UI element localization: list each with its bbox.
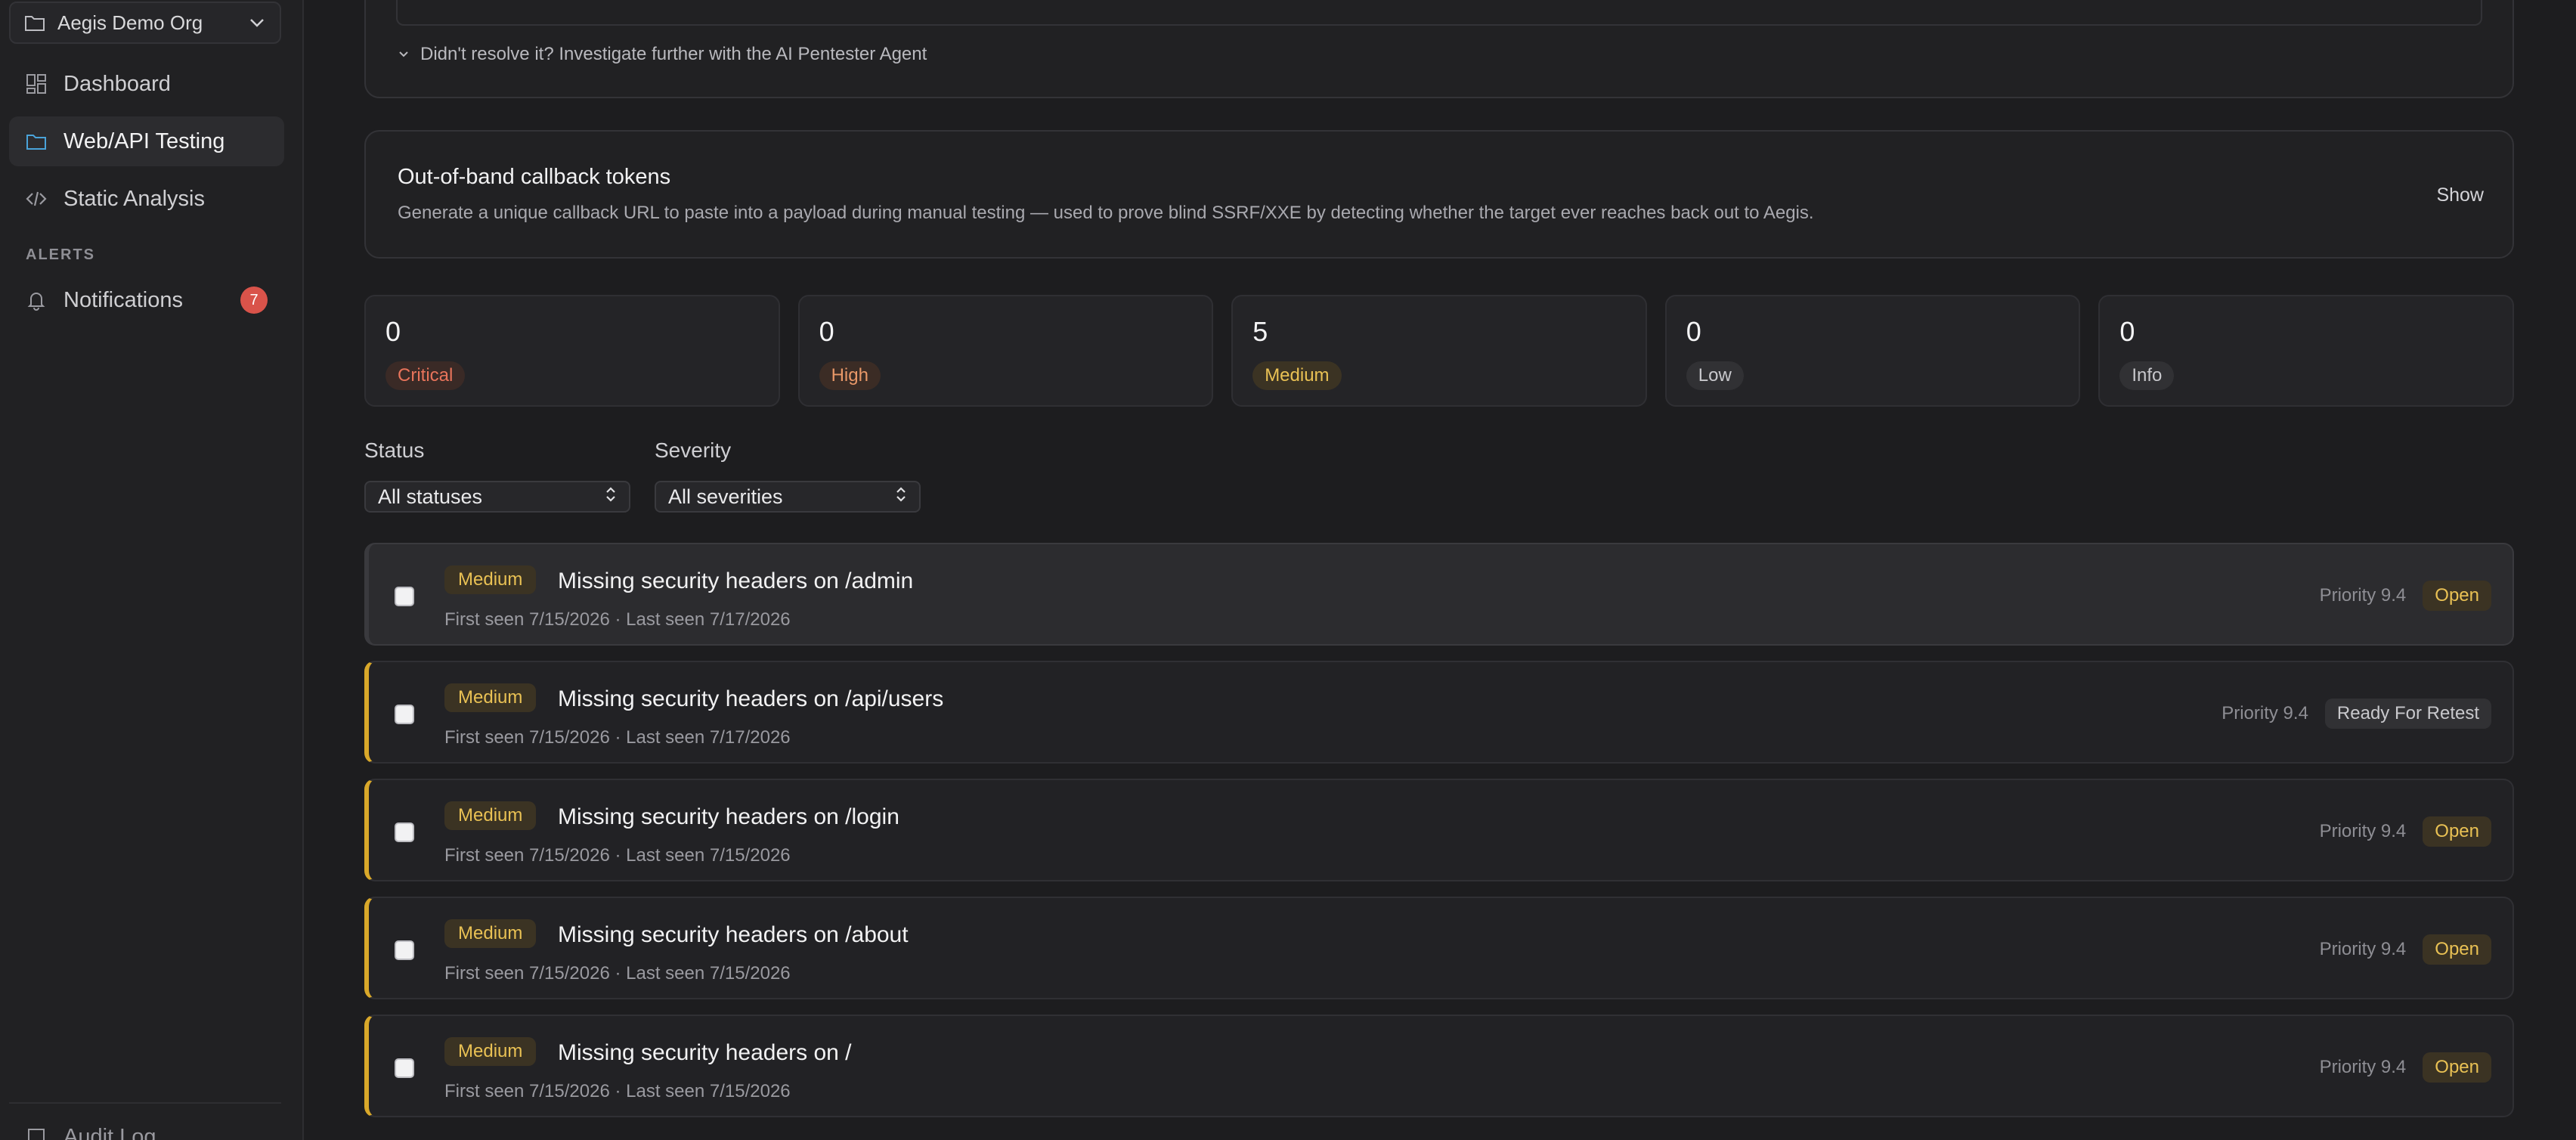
status-badge: Ready For Retest — [2324, 699, 2491, 729]
chevron-down-icon — [398, 50, 410, 59]
sidebar-section-alerts: ALERTS — [26, 246, 95, 263]
stat-count: 0 — [2119, 316, 2135, 347]
status-badge: Open — [2423, 581, 2491, 611]
status-badge: Open — [2423, 934, 2491, 965]
stat-count: 5 — [1252, 316, 1268, 347]
finding-title: Missing security headers on /api/users — [558, 686, 944, 711]
finding-priority: Priority 9.4 — [2319, 1057, 2407, 1077]
finding-title: Missing security headers on / — [558, 1040, 852, 1065]
oob-card-description: Generate a unique callback URL to paste … — [398, 203, 1814, 223]
finding-checkbox[interactable] — [395, 940, 414, 960]
stat-card-critical[interactable]: 0 Critical — [364, 295, 780, 407]
finding-priority: Priority 9.4 — [2319, 585, 2407, 606]
sidebar-item-notifications[interactable]: Notifications 7 — [9, 275, 284, 325]
finding-row[interactable]: Medium Missing security headers on /api/… — [364, 661, 2514, 764]
select-arrows-icon — [605, 485, 617, 509]
finding-title: Missing security headers on /admin — [558, 568, 914, 593]
sidebar-item-web-api-testing[interactable]: Web/API Testing — [9, 116, 284, 166]
stat-count: 0 — [1686, 316, 1701, 347]
finding-title: Missing security headers on /about — [558, 922, 909, 947]
status-filter-label: Status — [364, 438, 425, 462]
stat-count: 0 — [819, 316, 834, 347]
severity-badge-medium: Medium — [1252, 361, 1342, 390]
finding-checkbox[interactable] — [395, 587, 414, 606]
severity-filter-select[interactable]: All severities — [655, 481, 921, 513]
severity-badge: Medium — [444, 1037, 537, 1066]
sidebar-item-audit-log[interactable]: Audit Log — [26, 1125, 156, 1140]
oob-card-title: Out-of-band callback tokens — [398, 165, 671, 189]
oob-callback-tokens-card: Out-of-band callback tokens Generate a u… — [364, 130, 2514, 259]
folder-icon — [26, 132, 47, 150]
resolution-card: Didn't resolve it? Investigate further w… — [364, 0, 2514, 98]
finding-meta: First seen 7/15/2026 · Last seen 7/15/20… — [444, 963, 791, 984]
finding-checkbox[interactable] — [395, 1058, 414, 1078]
oob-show-button[interactable]: Show — [2436, 184, 2484, 206]
finding-meta: First seen 7/15/2026 · Last seen 7/15/20… — [444, 1081, 791, 1101]
select-arrows-icon — [895, 485, 907, 509]
sidebar-item-static-analysis[interactable]: Static Analysis — [9, 174, 284, 224]
sidebar-item-label: Static Analysis — [63, 186, 205, 211]
severity-filter-label: Severity — [655, 438, 732, 462]
severity-badge-info: Info — [2119, 361, 2175, 390]
document-icon — [26, 1127, 47, 1140]
sidebar-item-label: Web/API Testing — [63, 129, 225, 153]
finding-meta: First seen 7/15/2026 · Last seen 7/15/20… — [444, 845, 791, 866]
sidebar-item-dashboard[interactable]: Dashboard — [9, 59, 284, 109]
sidebar-item-label: Notifications — [63, 287, 183, 312]
org-name: Aegis Demo Org — [57, 11, 203, 34]
severity-badge: Medium — [444, 919, 537, 948]
finding-meta: First seen 7/15/2026 · Last seen 7/17/20… — [444, 609, 791, 630]
finding-meta: First seen 7/15/2026 · Last seen 7/17/20… — [444, 727, 791, 748]
finding-row[interactable]: Medium Missing security headers on /admi… — [364, 543, 2514, 646]
finding-checkbox[interactable] — [395, 705, 414, 724]
severity-badge-critical: Critical — [385, 361, 466, 390]
notification-count-badge: 7 — [240, 287, 268, 314]
stat-card-info[interactable]: 0 Info — [2098, 295, 2514, 407]
sidebar-item-label: Dashboard — [63, 71, 171, 96]
finding-priority: Priority 9.4 — [2319, 939, 2407, 959]
severity-badge-low: Low — [1686, 361, 1744, 390]
investigate-further-toggle[interactable]: Didn't resolve it? Investigate further w… — [398, 44, 927, 65]
finding-row[interactable]: Medium Missing security headers on / Fir… — [364, 1015, 2514, 1117]
investigate-further-text: Didn't resolve it? Investigate further w… — [420, 44, 927, 64]
finding-priority: Priority 9.4 — [2319, 821, 2407, 841]
chevron-down-icon — [248, 17, 266, 29]
severity-filter-value: All severities — [668, 485, 783, 508]
resolution-inner-box — [396, 0, 2482, 26]
folder-icon — [24, 14, 45, 32]
finding-title: Missing security headers on /login — [558, 804, 899, 829]
severity-badge: Medium — [444, 801, 537, 830]
severity-badge: Medium — [444, 683, 537, 712]
status-badge: Open — [2423, 816, 2491, 847]
finding-row[interactable]: Medium Missing security headers on /logi… — [364, 779, 2514, 881]
dashboard-icon — [26, 73, 47, 94]
status-filter-value: All statuses — [378, 485, 483, 508]
sidebar-divider — [9, 1102, 281, 1104]
sidebar: Aegis Demo Org Dashboard Web/API Testing… — [0, 0, 304, 1140]
finding-row[interactable]: Medium Missing security headers on /abou… — [364, 897, 2514, 999]
stat-card-high[interactable]: 0 High — [797, 295, 1214, 407]
code-icon — [26, 190, 47, 208]
org-switcher[interactable]: Aegis Demo Org — [9, 2, 281, 44]
stat-card-low[interactable]: 0 Low — [1664, 295, 2081, 407]
finding-checkbox[interactable] — [395, 822, 414, 842]
severity-stats: 0 Critical 0 High 5 Medium 0 Low 0 Info — [364, 295, 2514, 407]
sidebar-item-label: Audit Log — [63, 1125, 156, 1140]
status-filter-select[interactable]: All statuses — [364, 481, 630, 513]
stat-count: 0 — [385, 316, 401, 347]
stat-card-medium[interactable]: 5 Medium — [1231, 295, 1647, 407]
bell-icon — [26, 290, 47, 311]
status-badge: Open — [2423, 1052, 2491, 1083]
severity-badge: Medium — [444, 565, 537, 594]
finding-priority: Priority 9.4 — [2221, 703, 2308, 723]
severity-badge-high: High — [819, 361, 881, 390]
